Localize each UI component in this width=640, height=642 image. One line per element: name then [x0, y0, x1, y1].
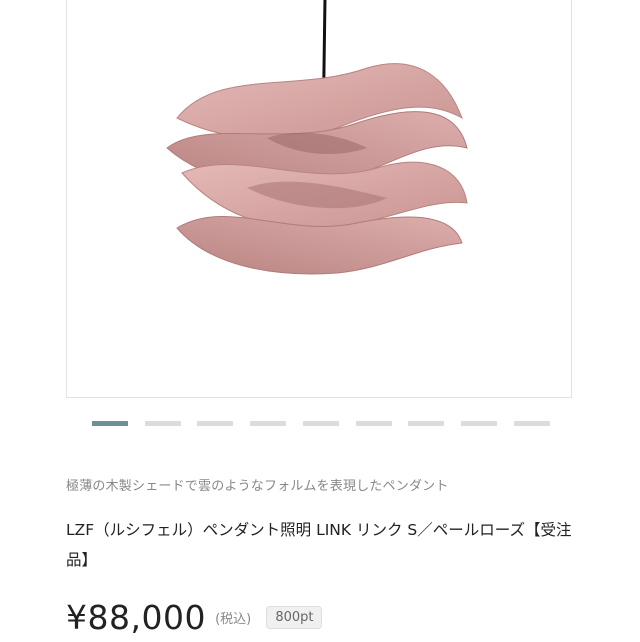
image-carousel-indicator: [0, 421, 640, 427]
points-badge: 800pt: [266, 606, 323, 629]
product-title: LZF（ルシフェル）ペンダント照明 LINK リンク S／ペールローズ【受注品】: [66, 521, 572, 569]
tax-note: (税込): [215, 612, 252, 627]
carousel-dot[interactable]: [513, 421, 550, 426]
carousel-dot[interactable]: [460, 421, 497, 426]
pendant-lamp-image: [166, 0, 468, 275]
carousel-dot[interactable]: [250, 421, 287, 426]
carousel-dot[interactable]: [355, 421, 392, 426]
product-image-frame[interactable]: [66, 0, 572, 398]
price-row: ¥88,000 (税込) 800pt: [66, 598, 323, 642]
carousel-dot[interactable]: [144, 421, 181, 426]
carousel-dot[interactable]: [408, 421, 445, 426]
carousel-dot[interactable]: [302, 421, 339, 426]
carousel-dot[interactable]: [92, 421, 128, 426]
carousel-dot[interactable]: [197, 421, 234, 426]
product-price: ¥88,000: [66, 598, 206, 637]
product-tagline: 極薄の木製シェードで雲のようなフォルムを表現したペンダント: [66, 479, 449, 494]
